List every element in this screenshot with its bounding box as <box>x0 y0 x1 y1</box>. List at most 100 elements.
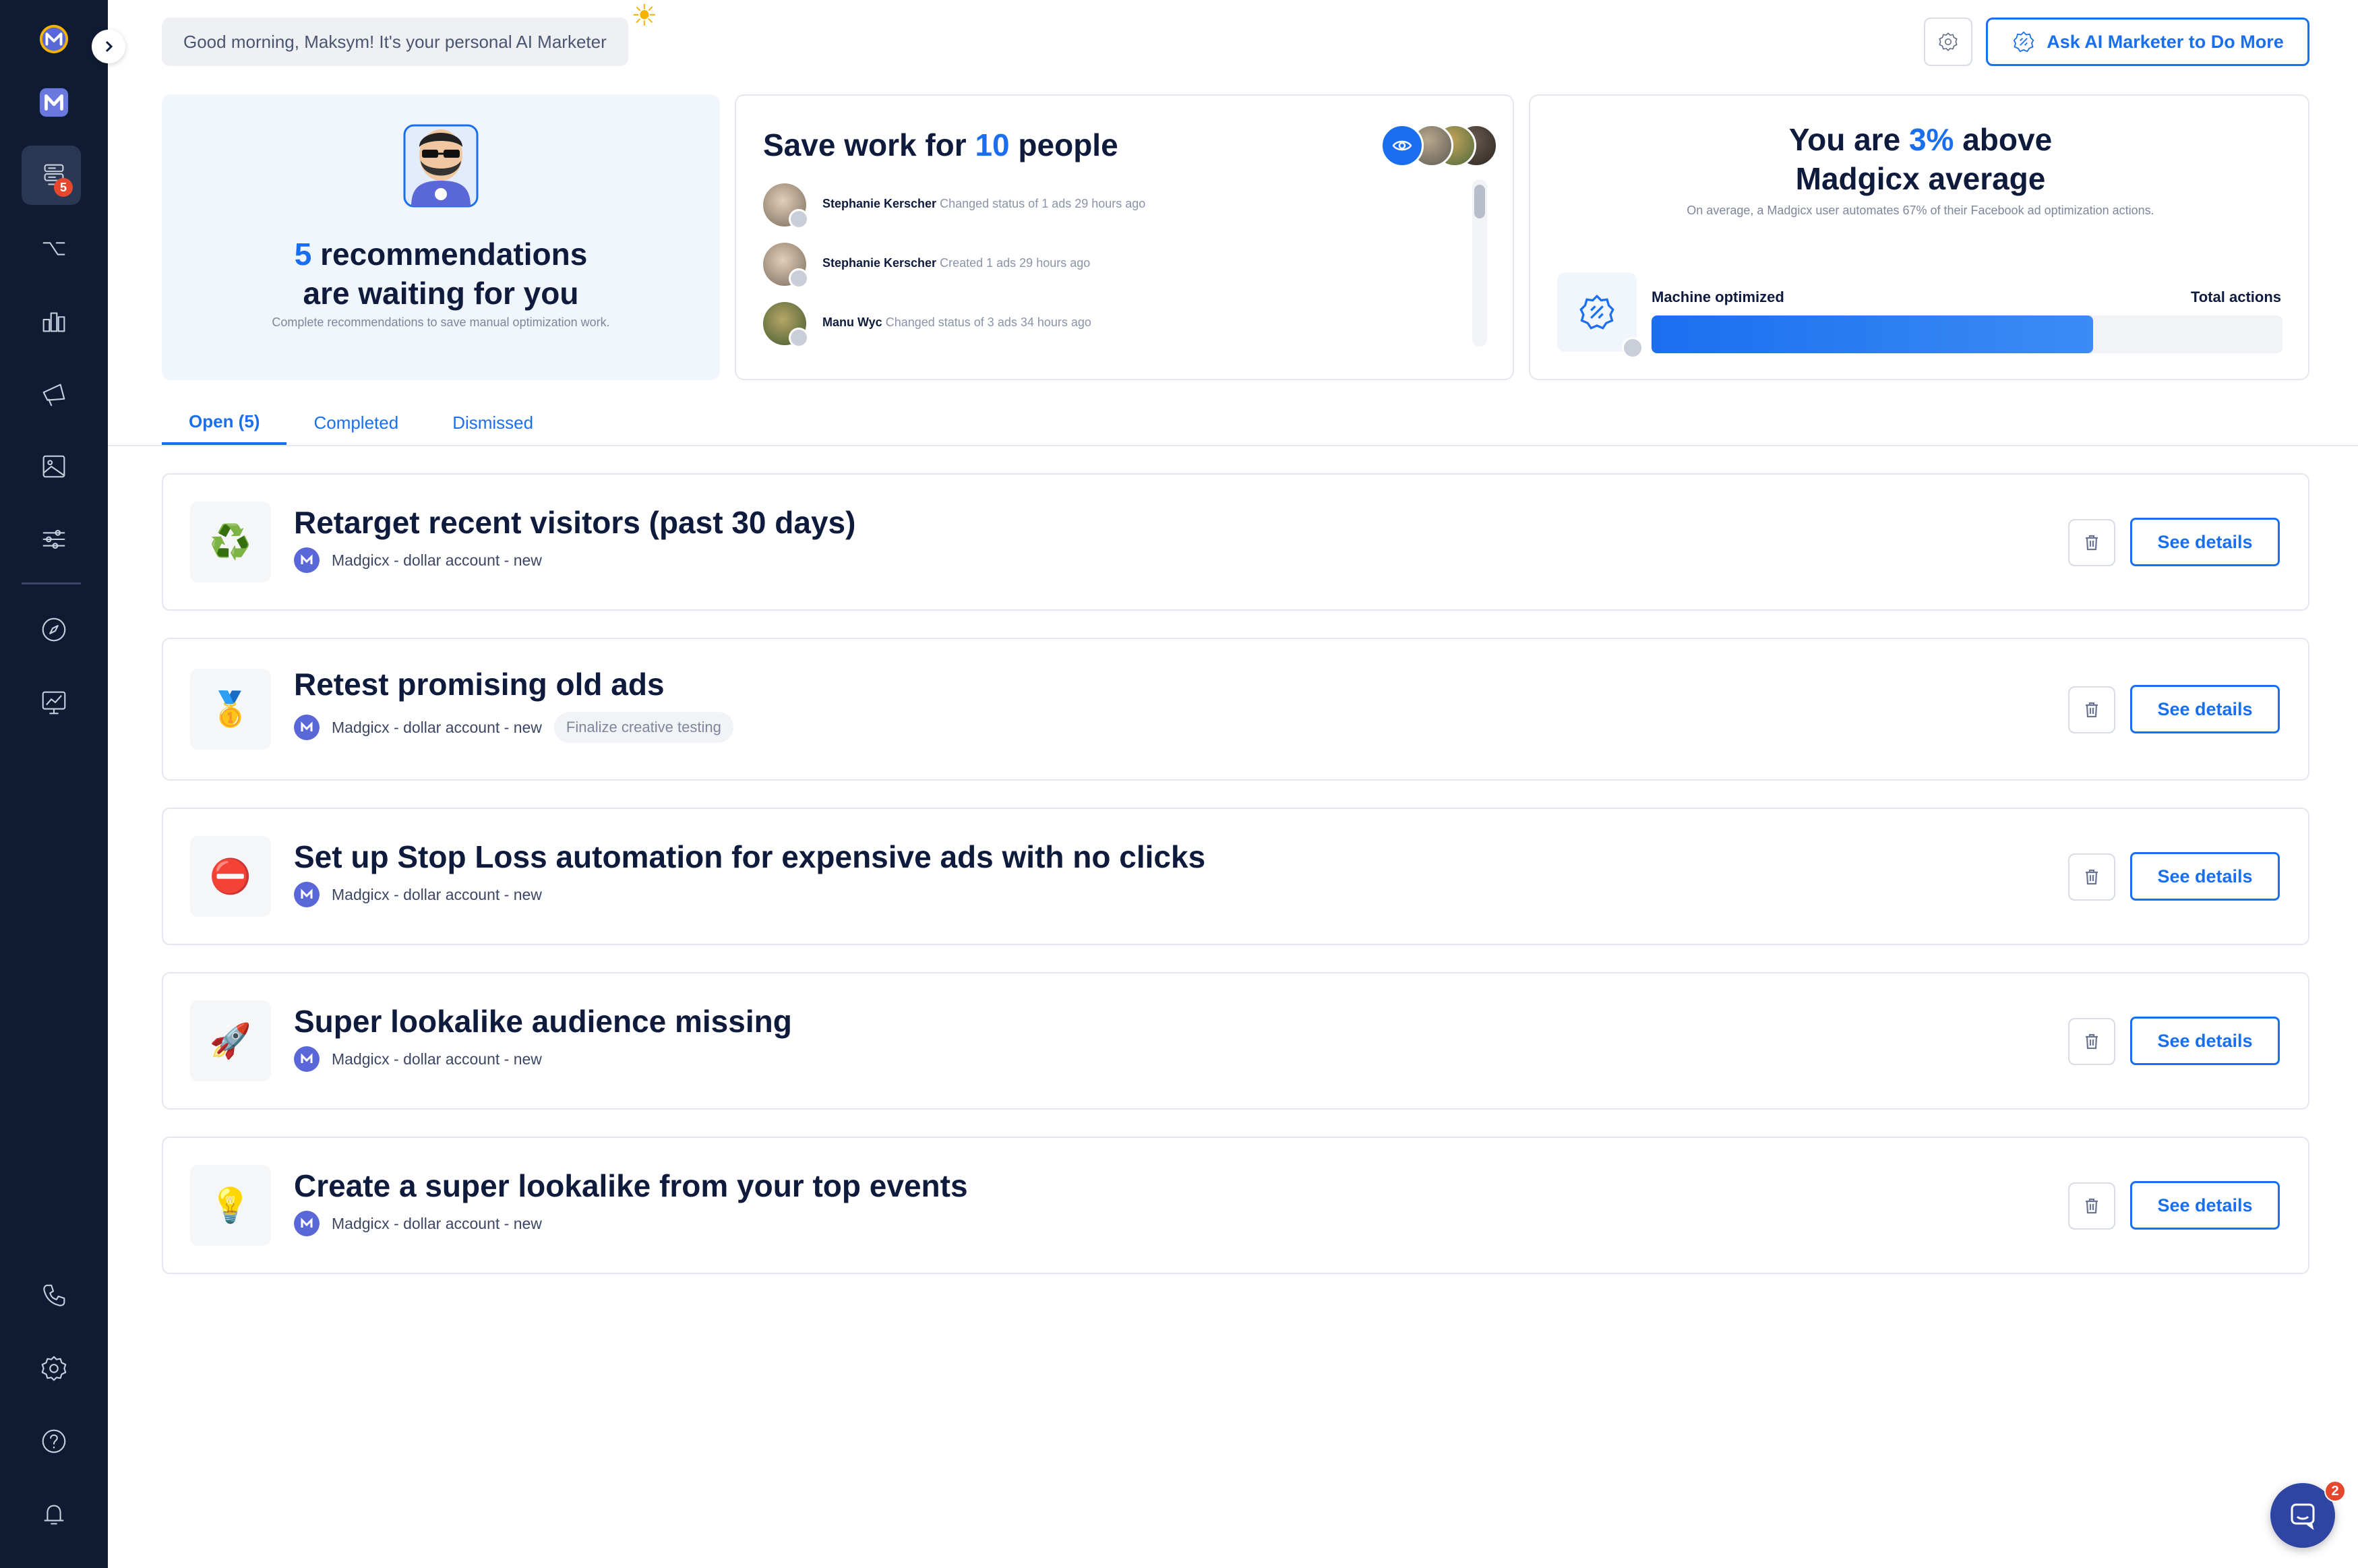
benchmark-percent: 3% <box>1908 122 1954 157</box>
activity-text: Stephanie Kerscher Changed status of 1 a… <box>822 197 1145 211</box>
sidebar-item-explore[interactable] <box>0 600 108 659</box>
settings-button[interactable] <box>1924 18 1972 66</box>
sidebar-item-settings-sliders[interactable] <box>0 510 108 569</box>
see-details-button[interactable]: See details <box>2130 1017 2280 1065</box>
view-people-button[interactable] <box>1381 124 1424 167</box>
medal-icon: 🥇 <box>190 669 271 750</box>
sidebar-item-reports[interactable] <box>0 673 108 732</box>
sidebar-divider <box>22 582 81 584</box>
save-work-card: Save work for 10 people Stephanie Kersch… <box>735 94 1514 380</box>
sidebar-item-madgicx-app[interactable] <box>0 73 108 132</box>
gear-icon <box>1939 32 1958 51</box>
rocket-icon: 🚀 <box>190 1000 271 1081</box>
recommendation-row[interactable]: ⛔ Set up Stop Loss automation for expens… <box>162 808 2309 945</box>
sidebar-item-recommendations[interactable] <box>0 146 108 205</box>
recommendation-row[interactable]: 🥇 Retest promising old ads Madgicx - dol… <box>162 638 2309 781</box>
activity-description: Created 1 ads 29 hours ago <box>940 256 1091 270</box>
benchmark-line2: Madgicx average <box>1795 161 2046 196</box>
no-entry-icon: ⛔ <box>190 836 271 917</box>
recommendation-title: Retarget recent visitors (past 30 days) <box>294 505 856 540</box>
see-details-button[interactable]: See details <box>2130 685 2280 733</box>
monitor-chart-icon <box>42 691 66 715</box>
image-icon <box>42 455 65 478</box>
see-details-button[interactable]: See details <box>2130 1181 2280 1230</box>
recommendation-meta: Madgicx - dollar account - new <box>294 1211 542 1236</box>
madgicx-logo-icon <box>39 24 69 54</box>
recommendation-title: Retest promising old ads <box>294 667 665 702</box>
optimization-progress-fill <box>1652 315 2094 353</box>
account-name: Madgicx - dollar account - new <box>332 551 542 569</box>
save-work-prefix: Save work for <box>763 127 967 162</box>
save-work-count: 10 <box>975 127 1010 162</box>
activity-text: Manu Wyc Changed status of 3 ads 34 hour… <box>822 315 1091 330</box>
sidebar-collapse-button[interactable] <box>92 30 125 63</box>
see-details-button[interactable]: See details <box>2130 852 2280 901</box>
branch-icon <box>42 242 65 255</box>
account-name: Madgicx - dollar account - new <box>332 885 542 903</box>
tab-completed[interactable]: Completed <box>286 400 425 445</box>
tab-dismissed[interactable]: Dismissed <box>425 400 560 445</box>
recommendations-summary-card: 5 recommendations are waiting for you Co… <box>162 94 720 380</box>
recommendation-meta: Madgicx - dollar account - new Finalize … <box>294 712 733 743</box>
madgicx-account-icon <box>294 547 320 573</box>
dismiss-button[interactable] <box>2068 1182 2115 1230</box>
sidebar-item-ad-launcher[interactable] <box>0 364 108 423</box>
sidebar-item-contact[interactable] <box>0 1266 108 1325</box>
ai-marketer-mascot-icon <box>403 124 479 208</box>
dismiss-button[interactable] <box>2068 853 2115 901</box>
see-details-button[interactable]: See details <box>2130 518 2280 566</box>
dismiss-button[interactable] <box>2068 519 2115 566</box>
activity-description: Changed status of 1 ads 29 hours ago <box>940 197 1146 210</box>
chevron-right-icon <box>105 40 113 53</box>
tabs-divider <box>108 445 2358 446</box>
recommendations-badge: 5 <box>54 178 73 197</box>
trash-icon <box>2086 869 2098 885</box>
recommendation-row[interactable]: 💡 Create a super lookalike from your top… <box>162 1137 2309 1274</box>
save-work-suffix: people <box>1018 127 1118 162</box>
madgicx-app-icon <box>39 88 69 117</box>
recommendations-title-line2: are waiting for you <box>303 276 579 311</box>
sliders-icon <box>42 530 65 549</box>
help-icon <box>42 1429 66 1453</box>
sidebar-item-analytics[interactable] <box>0 291 108 351</box>
benchmark-prefix: You are <box>1788 122 1901 157</box>
madgicx-logo[interactable] <box>0 9 108 69</box>
activity-scrollbar[interactable] <box>1472 179 1487 346</box>
recommendations-count: 5 <box>294 237 312 272</box>
tab-open[interactable]: Open (5) <box>162 400 287 445</box>
trash-icon <box>2086 1198 2098 1214</box>
sidebar-item-help[interactable] <box>0 1412 108 1471</box>
ask-ai-marketer-button[interactable]: Ask AI Marketer to Do More <box>1986 18 2309 66</box>
bar-chart-icon <box>42 312 65 332</box>
recommendation-row[interactable]: 🚀 Super lookalike audience missing Madgi… <box>162 972 2309 1110</box>
activity-user: Stephanie Kerscher <box>822 197 937 210</box>
recommendation-title: Create a super lookalike from your top e… <box>294 1168 968 1203</box>
sidebar-item-automation[interactable] <box>0 218 108 278</box>
activity-item: Manu Wyc Changed status of 3 ads 34 hour… <box>763 302 1356 349</box>
activity-user: Stephanie Kerscher <box>822 256 937 270</box>
benchmark-subtitle: On average, a Madgicx user automates 67%… <box>1687 204 2154 217</box>
recycle-icon: ♻️ <box>190 502 271 582</box>
total-actions-label: Total actions <box>2190 289 2281 305</box>
activity-scrollbar-thumb[interactable] <box>1474 185 1485 218</box>
dismiss-button[interactable] <box>2068 686 2115 733</box>
chat-unread-badge: 2 <box>2324 1480 2346 1502</box>
ai-badge-icon <box>1579 294 1614 330</box>
recommendation-tabs: Open (5) Completed Dismissed <box>162 400 560 445</box>
trash-icon <box>2086 535 2098 551</box>
compass-icon <box>42 617 66 642</box>
madgicx-account-icon <box>294 1046 320 1072</box>
recommendation-row[interactable]: ♻️ Retarget recent visitors (past 30 day… <box>162 473 2309 611</box>
status-change-icon <box>789 328 809 348</box>
greeting-banner: Good morning, Maksym! It's your personal… <box>162 18 628 66</box>
sidebar-item-settings[interactable] <box>0 1339 108 1398</box>
optimization-progress-track <box>1652 315 2283 353</box>
dismiss-button[interactable] <box>2068 1018 2115 1065</box>
sidebar-item-notifications[interactable] <box>0 1484 108 1544</box>
sidebar-item-creative[interactable] <box>0 437 108 496</box>
gear-icon <box>41 1356 67 1381</box>
activity-item: Stephanie Kerscher Changed status of 1 a… <box>763 183 1356 231</box>
account-name: Madgicx - dollar account - new <box>332 1050 542 1068</box>
account-name: Madgicx - dollar account - new <box>332 1214 542 1232</box>
ask-ai-marketer-label: Ask AI Marketer to Do More <box>2047 31 2284 52</box>
